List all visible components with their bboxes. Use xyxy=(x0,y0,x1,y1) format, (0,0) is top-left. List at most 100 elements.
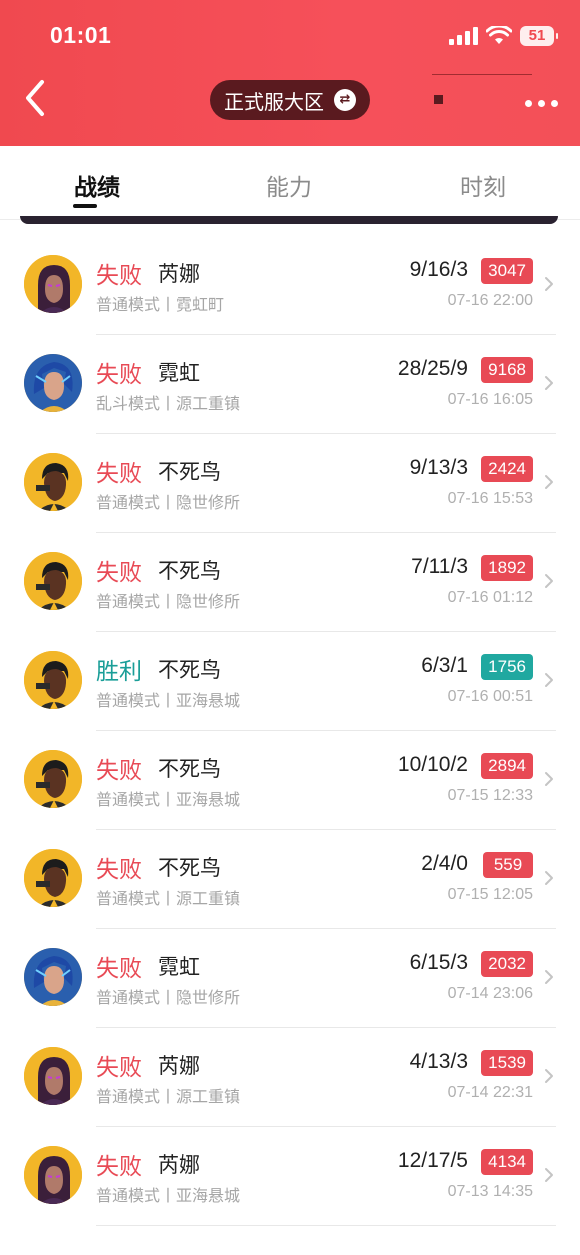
agent-name: 不死鸟 xyxy=(158,460,221,484)
match-row-2[interactable]: 失败 霓虹 乱斗模式丨源工重镇 28/25/9 9168 07-16 16:05 xyxy=(0,335,580,434)
match-result: 失败 xyxy=(96,1154,142,1180)
match-row-4[interactable]: 失败 不死鸟 普通模式丨隐世修所 7/11/3 1892 07-16 01:12 xyxy=(0,533,580,632)
row-divider xyxy=(96,1225,556,1226)
match-row-10[interactable]: 失败 芮娜 普通模式丨亚海悬城 12/17/5 4134 07-13 14:35 xyxy=(0,1127,580,1226)
match-score-badge: 9168 xyxy=(481,357,533,383)
match-mode-map: 普通模式丨源工重镇 xyxy=(96,889,241,908)
agent-name: 芮娜 xyxy=(158,1153,200,1177)
phoenix-avatar-icon xyxy=(24,750,82,808)
match-row-3[interactable]: 失败 不死鸟 普通模式丨隐世修所 9/13/3 2424 07-16 15:53 xyxy=(0,434,580,533)
match-kda: 6/15/3 xyxy=(409,951,468,974)
tab-record[interactable]: 战绩 xyxy=(37,168,157,202)
match-row-6[interactable]: 失败 不死鸟 普通模式丨亚海悬城 10/10/2 2894 07-15 12:3… xyxy=(0,731,580,830)
chevron-right-icon xyxy=(545,376,553,390)
reyna-avatar-icon xyxy=(24,255,82,313)
match-result: 失败 xyxy=(96,461,142,487)
agent-name: 不死鸟 xyxy=(158,559,221,583)
neon-avatar-icon xyxy=(24,354,82,412)
phoenix-avatar-icon xyxy=(24,849,82,907)
chevron-right-icon xyxy=(545,574,553,588)
match-mode-map: 普通模式丨隐世修所 xyxy=(96,493,241,512)
more-button[interactable] xyxy=(525,94,558,113)
match-result: 失败 xyxy=(96,560,142,586)
match-mode-map: 普通模式丨亚海悬城 xyxy=(96,1186,241,1205)
active-tab-indicator xyxy=(73,204,97,208)
match-score-badge: 1756 xyxy=(481,654,533,680)
match-time: 07-14 22:31 xyxy=(447,1084,533,1101)
match-kda: 9/16/3 xyxy=(409,258,468,281)
match-mode-map: 乱斗模式丨源工重镇 xyxy=(96,394,241,413)
match-kda: 28/25/9 xyxy=(397,357,468,380)
match-score-badge: 2032 xyxy=(481,951,533,977)
match-row-9[interactable]: 失败 芮娜 普通模式丨源工重镇 4/13/3 1539 07-14 22:31 xyxy=(0,1028,580,1127)
more-dot-icon xyxy=(538,100,545,107)
match-kda: 9/13/3 xyxy=(409,456,468,479)
match-mode-map: 普通模式丨源工重镇 xyxy=(96,1087,241,1106)
match-kda: 2/4/0 xyxy=(421,852,468,875)
match-kda: 7/11/3 xyxy=(411,555,468,578)
tab-ability[interactable]: 能力 xyxy=(229,168,349,202)
match-result: 失败 xyxy=(96,263,142,289)
match-time: 07-13 14:35 xyxy=(447,1183,533,1200)
match-mode-map: 普通模式丨亚海悬城 xyxy=(96,790,241,809)
phoenix-avatar-icon xyxy=(24,453,82,511)
match-time: 07-16 01:12 xyxy=(447,589,533,606)
match-row-1[interactable]: 失败 芮娜 普通模式丨霓虹町 9/16/3 3047 07-16 22:00 xyxy=(0,236,580,335)
match-mode-map: 普通模式丨隐世修所 xyxy=(96,988,241,1007)
status-time: 01:01 xyxy=(50,22,112,48)
agent-name: 不死鸟 xyxy=(158,757,221,781)
match-row-8[interactable]: 失败 霓虹 普通模式丨隐世修所 6/15/3 2032 07-14 23:06 xyxy=(0,929,580,1028)
match-result: 失败 xyxy=(96,857,142,883)
tab-moments[interactable]: 时刻 xyxy=(423,168,543,202)
chevron-left-icon xyxy=(26,80,44,116)
match-result: 失败 xyxy=(96,1055,142,1081)
chevron-right-icon xyxy=(545,277,553,291)
match-time: 07-16 00:51 xyxy=(447,688,533,705)
agent-name: 霓虹 xyxy=(158,361,200,385)
match-time: 07-16 15:53 xyxy=(447,490,533,507)
reyna-avatar-icon xyxy=(24,1146,82,1204)
match-score-badge: 1539 xyxy=(481,1050,533,1076)
match-score-badge: 1892 xyxy=(481,555,533,581)
chevron-right-icon xyxy=(545,1069,553,1083)
header-marker xyxy=(434,95,443,104)
agent-name: 芮娜 xyxy=(158,1054,200,1078)
match-kda: 12/17/5 xyxy=(397,1149,468,1172)
match-result: 失败 xyxy=(96,362,142,388)
swap-icon: ⇄ xyxy=(334,89,356,111)
chevron-right-icon xyxy=(545,475,553,489)
match-row-5[interactable]: 胜利 不死鸟 普通模式丨亚海悬城 6/3/1 1756 07-16 00:51 xyxy=(0,632,580,731)
neon-avatar-icon xyxy=(24,948,82,1006)
match-mode-map: 普通模式丨霓虹町 xyxy=(96,295,225,314)
match-result: 失败 xyxy=(96,956,142,982)
match-score-badge: 4134 xyxy=(481,1149,533,1175)
agent-name: 不死鸟 xyxy=(158,658,221,682)
match-list: 失败 芮娜 普通模式丨霓虹町 9/16/3 3047 07-16 22:00 失… xyxy=(0,236,580,1226)
match-time: 07-15 12:33 xyxy=(447,787,533,804)
chevron-right-icon xyxy=(545,772,553,786)
status-icons: 51 xyxy=(449,26,558,46)
server-switch-button[interactable]: 正式服大区 ⇄ xyxy=(210,80,370,120)
chevron-right-icon xyxy=(545,673,553,687)
chevron-right-icon xyxy=(545,970,553,984)
header-divider xyxy=(432,74,532,75)
server-label: 正式服大区 xyxy=(224,89,324,114)
banner-edge xyxy=(20,216,558,224)
reyna-avatar-icon xyxy=(24,1047,82,1105)
phoenix-avatar-icon xyxy=(24,651,82,709)
tab-bar: 战绩 能力 时刻 xyxy=(0,146,580,220)
more-dot-icon xyxy=(525,100,532,107)
agent-name: 不死鸟 xyxy=(158,856,221,880)
back-button[interactable] xyxy=(18,76,58,120)
app-header: 01:01 51 正式服大区 ⇄ xyxy=(0,0,580,146)
agent-name: 霓虹 xyxy=(158,955,200,979)
match-result: 失败 xyxy=(96,758,142,784)
battery-icon: 51 xyxy=(520,26,558,46)
match-score-badge: 2894 xyxy=(481,753,533,779)
match-score-badge: 2424 xyxy=(481,456,533,482)
match-row-7[interactable]: 失败 不死鸟 普通模式丨源工重镇 2/4/0 559 07-15 12:05 xyxy=(0,830,580,929)
more-dot-icon xyxy=(551,100,558,107)
match-score-badge: 3047 xyxy=(481,258,533,284)
match-mode-map: 普通模式丨亚海悬城 xyxy=(96,691,241,710)
match-score-badge: 559 xyxy=(483,852,533,878)
